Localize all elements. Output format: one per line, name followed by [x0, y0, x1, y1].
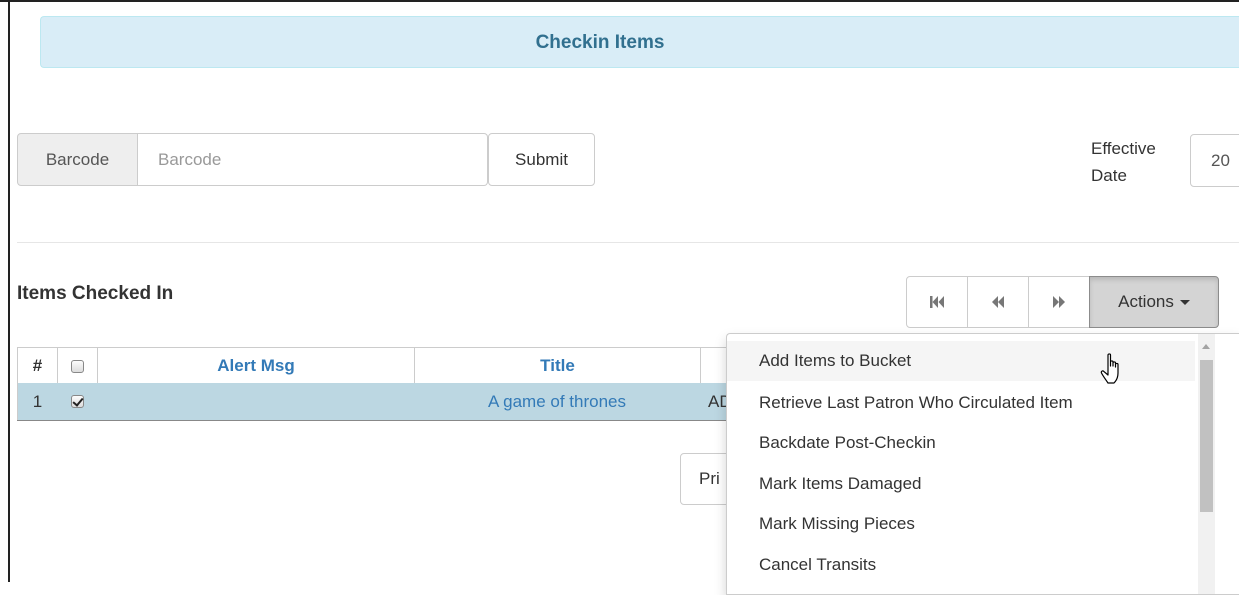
- hand-cursor-icon: [1100, 353, 1119, 384]
- section-title: Items Checked In: [17, 283, 174, 304]
- actions-dropdown-button[interactable]: Actions: [1089, 276, 1219, 328]
- grid-pager: Actions: [906, 276, 1219, 328]
- column-header-alert-msg[interactable]: Alert Msg: [97, 348, 414, 384]
- scrollbar-thumb[interactable]: [1200, 360, 1213, 512]
- effective-date-label: Effective Date: [1091, 139, 1156, 185]
- column-header-title-label: Title: [540, 356, 575, 375]
- effective-date-input[interactable]: 20: [1190, 134, 1239, 187]
- divider: [17, 242, 1239, 243]
- row-title-link[interactable]: A game of thrones: [488, 392, 626, 412]
- menu-item-backdate-post-checkin[interactable]: Backdate Post-Checkin: [727, 423, 1195, 463]
- backward-icon: [992, 296, 1004, 308]
- skip-first-icon: [930, 296, 944, 308]
- column-header-select-all[interactable]: [57, 348, 97, 384]
- header-panel: Checkin Items: [40, 16, 1239, 68]
- submit-button[interactable]: Submit: [488, 133, 595, 186]
- barcode-addon-label: Barcode: [17, 133, 138, 186]
- menu-item-retrieve-last-patron[interactable]: Retrieve Last Patron Who Circulated Item: [727, 383, 1195, 423]
- row-checkbox[interactable]: [70, 395, 84, 408]
- column-header-title[interactable]: Title: [414, 348, 700, 384]
- window-top-border: [0, 0, 1239, 2]
- caret-down-icon: [1179, 299, 1190, 305]
- forward-icon: [1053, 296, 1065, 308]
- column-header-number-label: #: [32, 356, 43, 375]
- window-left-border: [8, 0, 10, 582]
- column-header-alert-msg-label: Alert Msg: [217, 356, 295, 375]
- actions-dropdown-menu: Add Items to Bucket Retrieve Last Patron…: [726, 333, 1239, 595]
- actions-label: Actions: [1118, 292, 1174, 311]
- select-all-checkbox[interactable]: [71, 359, 84, 373]
- row-number: 1: [17, 383, 57, 420]
- menu-item-mark-missing-pieces[interactable]: Mark Missing Pieces: [727, 504, 1195, 544]
- barcode-input-group: Barcode: [17, 133, 488, 186]
- page-title: Checkin Items: [535, 32, 665, 53]
- menu-scrollbar[interactable]: [1198, 334, 1215, 594]
- row-checkbox-cell: [57, 383, 97, 420]
- previous-page-button[interactable]: [967, 276, 1029, 328]
- row-alert-msg: [97, 383, 414, 420]
- next-page-button[interactable]: [1028, 276, 1090, 328]
- table-row[interactable]: 1 A game of thrones ADU: [17, 383, 750, 421]
- column-header-number[interactable]: #: [17, 348, 57, 384]
- first-page-button[interactable]: [906, 276, 968, 328]
- grid-header: # Alert Msg Title: [17, 347, 750, 385]
- menu-item-cancel-transits[interactable]: Cancel Transits: [727, 545, 1195, 585]
- row-title-cell: A game of thrones: [414, 383, 700, 420]
- scroll-up-arrow-icon[interactable]: [1202, 344, 1210, 349]
- barcode-input[interactable]: [138, 133, 488, 186]
- menu-item-mark-damaged[interactable]: Mark Items Damaged: [727, 464, 1195, 504]
